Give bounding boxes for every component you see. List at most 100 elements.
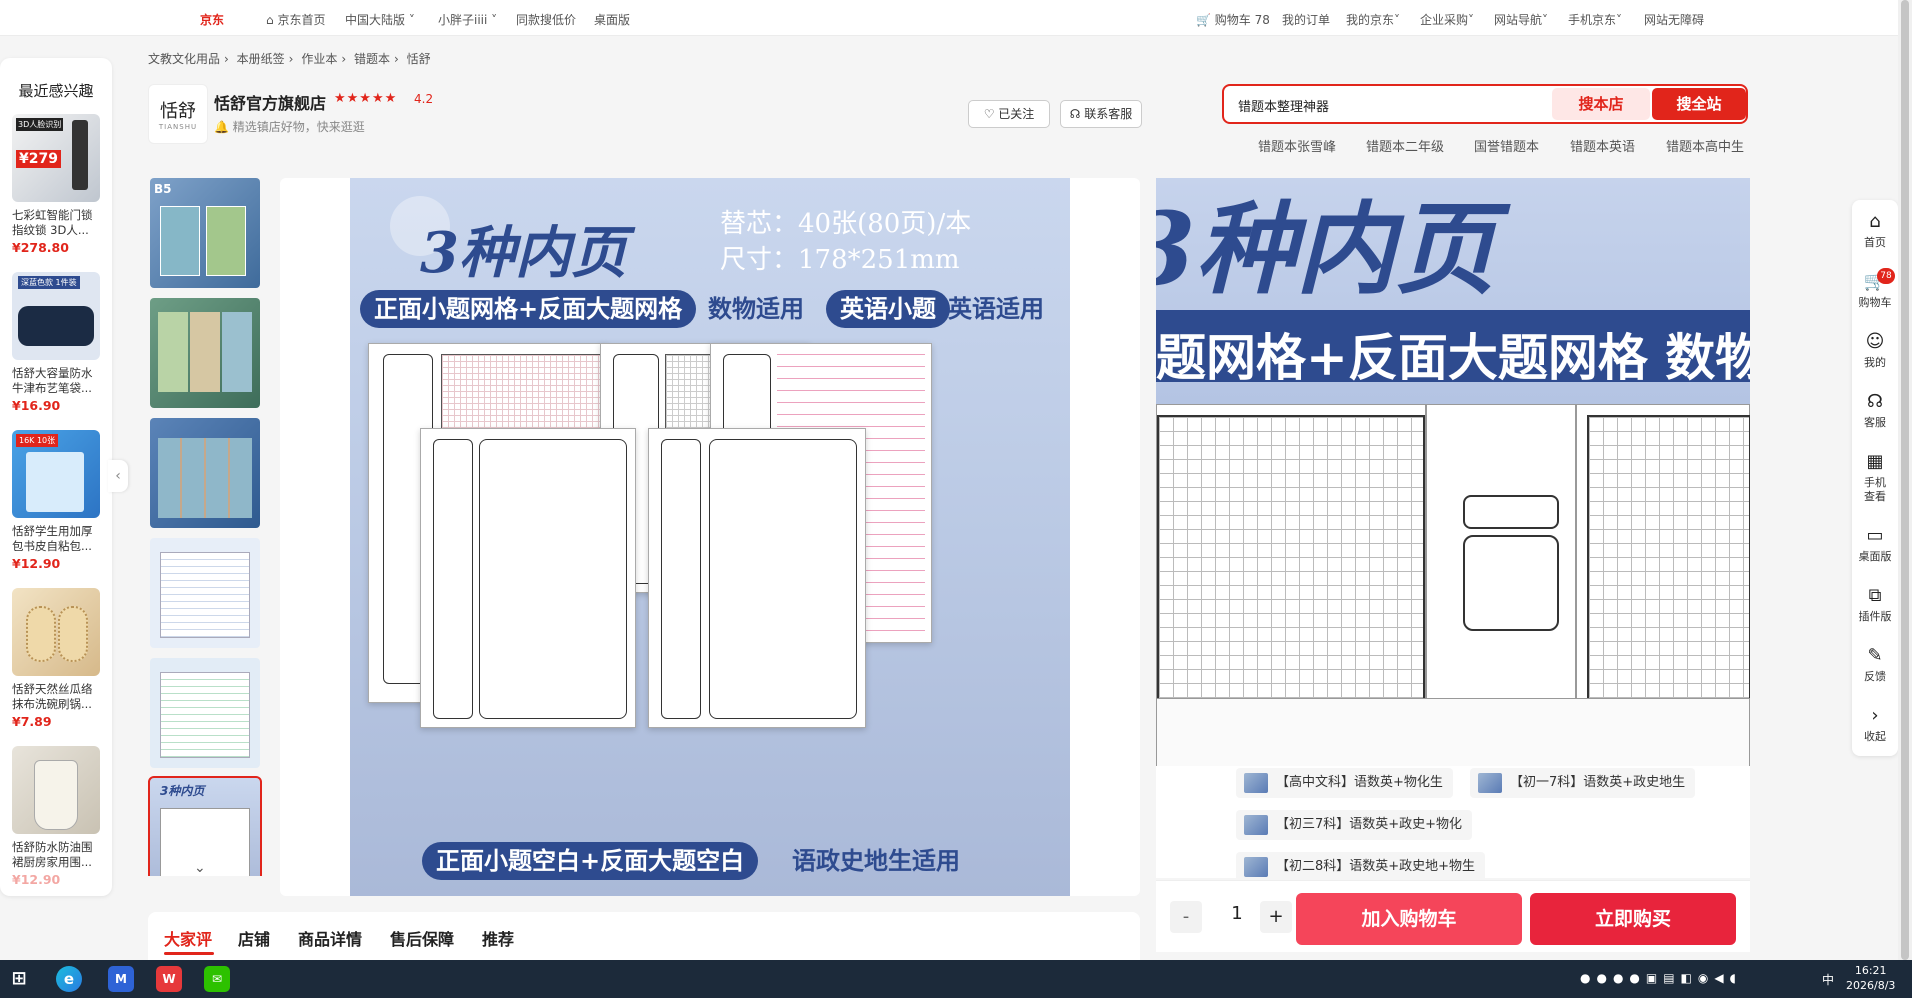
recommend-item[interactable]: 恬舒天然丝瓜络抹布洗碗刷锅... ¥7.89 — [12, 588, 100, 729]
edge-browser-icon[interactable]: e — [56, 966, 82, 992]
collapse-panel-button[interactable]: ‹ — [108, 460, 128, 492]
page-shape — [160, 672, 250, 758]
variant-option[interactable]: 【初一7科】语数英+政史地生 — [1470, 768, 1696, 798]
rightbar-plugin[interactable]: ⧉ 插件版 — [1852, 586, 1898, 624]
wechat-icon[interactable]: ✉ — [204, 966, 230, 992]
enterprise-menu[interactable]: 企业采购˅ — [1420, 11, 1474, 28]
quantity-input[interactable]: 1 — [1222, 903, 1252, 924]
tab-details[interactable]: 商品详情 — [298, 926, 362, 950]
rightbar-feedback[interactable]: ✎ 反馈 — [1852, 646, 1898, 684]
shop-logo[interactable]: 恬舒 TIANSHU — [148, 84, 208, 144]
zoom-sheet — [1426, 404, 1576, 704]
rightbar-collapse[interactable]: › 收起 — [1852, 706, 1898, 744]
zoom-sheet — [1156, 404, 1426, 705]
user-menu[interactable]: 小胖子iiii ˅ — [438, 11, 497, 28]
ime-indicator[interactable]: 中 — [1822, 971, 1834, 988]
rightbar-cart[interactable]: 🛒 购物车 78 — [1852, 268, 1898, 310]
tag-badge: 16K 10张 — [16, 434, 59, 447]
recommend-item[interactable]: 恬舒防水防油围裙厨房家用围... ¥12.90 — [12, 746, 100, 887]
region-selector[interactable]: 中国大陆版 ˅ — [345, 11, 415, 28]
breadcrumb-item[interactable]: 本册纸签 — [237, 52, 285, 66]
zoom-title: 3种内页 — [1156, 190, 1496, 308]
site-nav-menu[interactable]: 网站导航˅ — [1494, 11, 1548, 28]
headset-icon: ☊ — [1069, 107, 1081, 121]
contact-service-button[interactable]: ☊ 联系客服 — [1060, 100, 1142, 128]
my-jd-label: 我的京东 — [1346, 13, 1395, 27]
rightbar-label: 反馈 — [1864, 670, 1886, 683]
tag-badge: 深蓝色款 1件装 — [18, 276, 80, 289]
quantity-decrease-button[interactable]: - — [1170, 901, 1202, 933]
scrollbar-thumb[interactable] — [1901, 0, 1909, 960]
taskbar-clock[interactable]: 16:21 2026/8/3 — [1846, 963, 1895, 993]
product-price: ¥12.90 — [12, 556, 61, 571]
hot-search-link[interactable]: 错题本英语 — [1570, 136, 1635, 155]
follow-label: 已关注 — [998, 107, 1035, 121]
breadcrumb-item[interactable]: 错题本 — [354, 52, 390, 66]
thumbnail-image[interactable] — [150, 658, 260, 768]
variant-option[interactable]: 【初二8科】语数英+政史地+物生 — [1236, 852, 1486, 878]
jd-home-link[interactable]: ⌂ 京东首页 — [266, 11, 325, 28]
mobile-jd-menu[interactable]: 手机京东˅ — [1568, 11, 1622, 28]
accessibility-link[interactable]: 网站无障碍 — [1644, 11, 1704, 28]
my-orders-link[interactable]: 我的订单 — [1282, 11, 1330, 28]
rightbar-mobile-view[interactable]: ▦ 手机查看 — [1852, 452, 1898, 504]
breadcrumb-item[interactable]: 恬舒 — [407, 52, 431, 66]
chevron-right-icon: › — [341, 52, 347, 66]
hot-search-link[interactable]: 错题本张雪峰 — [1258, 136, 1336, 155]
product-price: ¥16.90 — [12, 398, 61, 413]
tab-recommend[interactable]: 推荐 — [482, 926, 514, 950]
thumbnail-image[interactable] — [150, 538, 260, 648]
recommend-item[interactable]: 深蓝色款 1件装 恬舒大容量防水牛津布艺笔袋... ¥16.90 — [12, 272, 100, 413]
system-tray-icons[interactable]: ●●●●▣▤◧◉◀◖ — [1580, 971, 1742, 985]
thumbnail-image[interactable] — [150, 298, 260, 408]
hot-search-link[interactable]: 国誉错题本 — [1474, 136, 1539, 155]
promo-price: ¥279 — [16, 150, 61, 168]
poster-title: 3种内页 — [420, 220, 627, 286]
tab-reviews[interactable]: 大家评 — [164, 926, 212, 950]
main-product-image[interactable]: 3种内页 替芯：40张(80页)/本 尺寸：178*251mm 正面小题网格+反… — [280, 178, 1140, 896]
rightbar-service[interactable]: ☊ 客服 — [1852, 392, 1898, 430]
recommend-item[interactable]: 3D人脸识别 ¥279 七彩虹智能门锁指纹锁 3D人... ¥278.80 — [12, 114, 100, 255]
hot-search-link[interactable]: 错题本高中生 — [1666, 136, 1744, 155]
buy-now-button[interactable]: 立即购买 — [1530, 893, 1736, 945]
breadcrumb-item[interactable]: 作业本 — [301, 52, 337, 66]
variant-thumbnail — [1478, 773, 1502, 793]
product-price: ¥12.90 — [12, 872, 61, 887]
shop-name[interactable]: 恬舒官方旗舰店 — [214, 90, 326, 114]
difficulty-stars-box — [1463, 495, 1559, 529]
wps-office-icon[interactable]: W — [156, 966, 182, 992]
notebook-shape — [206, 206, 246, 276]
search-all-button[interactable]: 搜全站 — [1652, 88, 1746, 120]
recommend-item[interactable]: 16K 10张 恬舒学生用加厚包书皮自粘包... ¥12.90 — [12, 430, 100, 571]
tab-after-sales[interactable]: 售后保障 — [390, 926, 454, 950]
mail-app-icon[interactable]: M — [108, 966, 134, 992]
follow-button[interactable]: ♡ 已关注 — [968, 100, 1050, 128]
thumbnail-image[interactable] — [150, 418, 260, 528]
search-shop-button[interactable]: 搜本店 — [1552, 88, 1650, 120]
mobile-jd-label: 手机京东 — [1568, 13, 1617, 27]
hot-search-link[interactable]: 错题本二年级 — [1366, 136, 1444, 155]
add-to-cart-button[interactable]: 加入购物车 — [1296, 893, 1522, 945]
tab-shop[interactable]: 店铺 — [238, 926, 270, 950]
search-input[interactable]: 错题本整理神器 — [1238, 96, 1329, 115]
variant-option[interactable]: 【初三7科】语数英+政史+物化 — [1236, 810, 1473, 840]
page-scrollbar[interactable] — [1898, 0, 1912, 960]
quantity-increase-button[interactable]: + — [1260, 901, 1292, 933]
variant-selector: 【高中文科】语数英+物化生 【初一7科】语数英+政史地生 【初三7科】语数英+政… — [1156, 766, 1750, 878]
chevron-down-icon[interactable]: ⌄ — [194, 860, 206, 876]
variant-thumbnail — [1244, 857, 1268, 877]
product-name: 恬舒大容量防水牛津布艺笔袋... — [12, 366, 93, 395]
same-price-link[interactable]: 同款搜低价 — [516, 11, 576, 28]
rightbar-home[interactable]: ⌂ 首页 — [1852, 212, 1898, 250]
rightbar-desktop[interactable]: ▭ 桌面版 — [1852, 526, 1898, 564]
variant-option[interactable]: 【高中文科】语数英+物化生 — [1236, 768, 1453, 798]
breadcrumb-item[interactable]: 文教文化用品 — [148, 52, 220, 66]
my-jd-menu[interactable]: 我的京东˅ — [1346, 11, 1400, 28]
windows-start-icon[interactable]: ⊞ — [6, 966, 32, 992]
rightbar-label: 首页 — [1864, 236, 1886, 249]
rightbar-mine[interactable]: ☺ 我的 — [1852, 332, 1898, 370]
thumbnail-image[interactable]: B5 — [150, 178, 260, 288]
jd-logo[interactable]: 京东 — [200, 11, 224, 28]
cart-link[interactable]: 🛒 购物车 78 — [1196, 11, 1270, 28]
desktop-version-link[interactable]: 桌面版 — [594, 11, 630, 28]
